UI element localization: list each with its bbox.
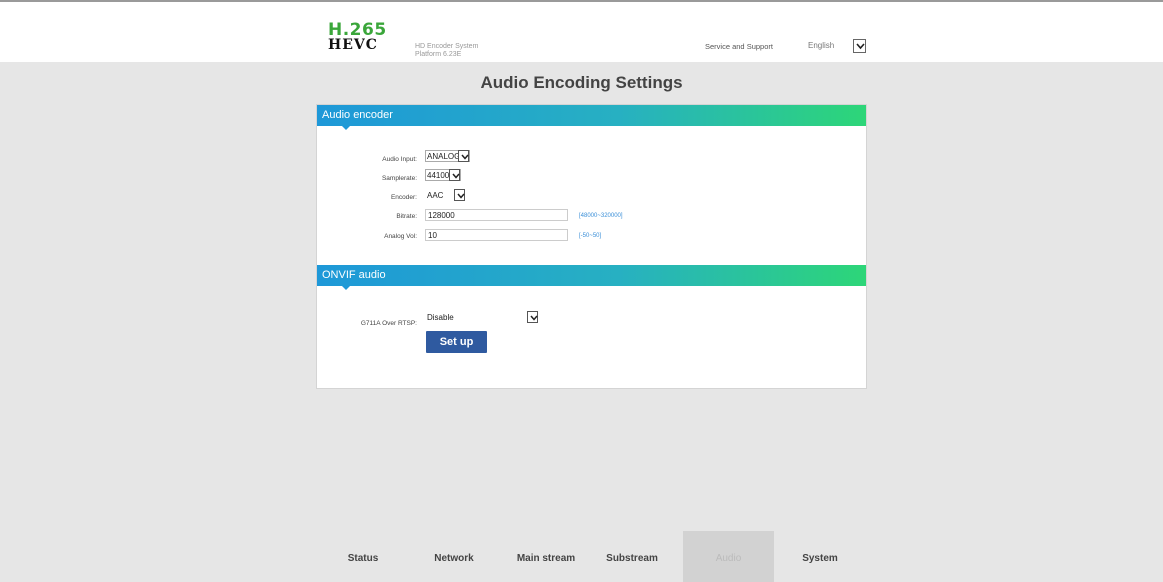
bitrate-input[interactable]: 128000 (425, 209, 568, 221)
chevron-down-icon[interactable] (458, 150, 469, 162)
settings-panel: Audio encoder Audio Input: ANALOG Sample… (316, 104, 867, 389)
chevron-down-icon[interactable] (454, 189, 465, 201)
bottom-nav: Status Network Main stream Substream Aud… (0, 531, 1163, 582)
g711a-select[interactable]: Disable (425, 311, 539, 323)
language-select[interactable]: English (806, 39, 866, 53)
nav-item-system[interactable]: System (790, 531, 850, 582)
nav-item-substream[interactable]: Substream (598, 531, 666, 582)
nav-item-status[interactable]: Status (336, 531, 390, 582)
encoder-select[interactable]: AAC (425, 189, 466, 201)
chevron-down-icon[interactable] (853, 39, 866, 53)
system-info: HD Encoder System Platform 6.23E (415, 43, 478, 59)
bitrate-range-hint: [48000~320000] (579, 213, 623, 219)
samplerate-value: 44100 (427, 171, 450, 180)
audio-input-select[interactable]: ANALOG (425, 150, 470, 162)
analog-vol-input[interactable]: 10 (425, 229, 568, 241)
analog-vol-range-hint: [-50~50] (579, 233, 602, 239)
encoder-value: AAC (427, 191, 444, 200)
logo: H.265 HEVC (328, 22, 388, 53)
chevron-down-icon[interactable] (449, 169, 460, 181)
page-title: Audio Encoding Settings (480, 73, 683, 92)
section-title: Audio encoder (322, 109, 393, 121)
setup-button[interactable]: Set up (426, 331, 487, 353)
analog-vol-label: Analog Vol: (384, 233, 417, 240)
section-title: ONVIF audio (322, 269, 386, 281)
g711a-value: Disable (427, 313, 454, 322)
audio-input-value: ANALOG (427, 152, 461, 161)
bitrate-label: Bitrate: (396, 213, 417, 220)
nav-item-audio[interactable]: Audio (683, 531, 774, 582)
service-support-link[interactable]: Service and Support (705, 42, 773, 51)
section-header-onvif-audio: ONVIF audio (317, 265, 866, 290)
logo-h265: H.265 (328, 20, 387, 40)
nav-item-main-stream[interactable]: Main stream (510, 531, 582, 582)
pointer-icon (342, 286, 350, 290)
language-value: English (808, 41, 835, 50)
g711a-label: G711A Over RTSP: (360, 320, 417, 327)
top-header: H.265 HEVC HD Encoder System Platform 6.… (0, 0, 1163, 62)
pointer-icon (342, 126, 350, 130)
nav-item-network[interactable]: Network (426, 531, 482, 582)
system-name: HD Encoder System (415, 43, 479, 50)
section-header-audio-encoder: Audio encoder (317, 105, 866, 130)
audio-input-label: Audio Input: (382, 156, 417, 163)
chevron-down-icon[interactable] (527, 311, 538, 323)
platform-version: Platform 6.23E (415, 51, 462, 58)
encoder-label: Encoder: (390, 194, 417, 201)
logo-hevc: HEVC (328, 37, 378, 53)
samplerate-label: Samplerate: (381, 175, 417, 182)
samplerate-select[interactable]: 44100 (425, 169, 461, 181)
